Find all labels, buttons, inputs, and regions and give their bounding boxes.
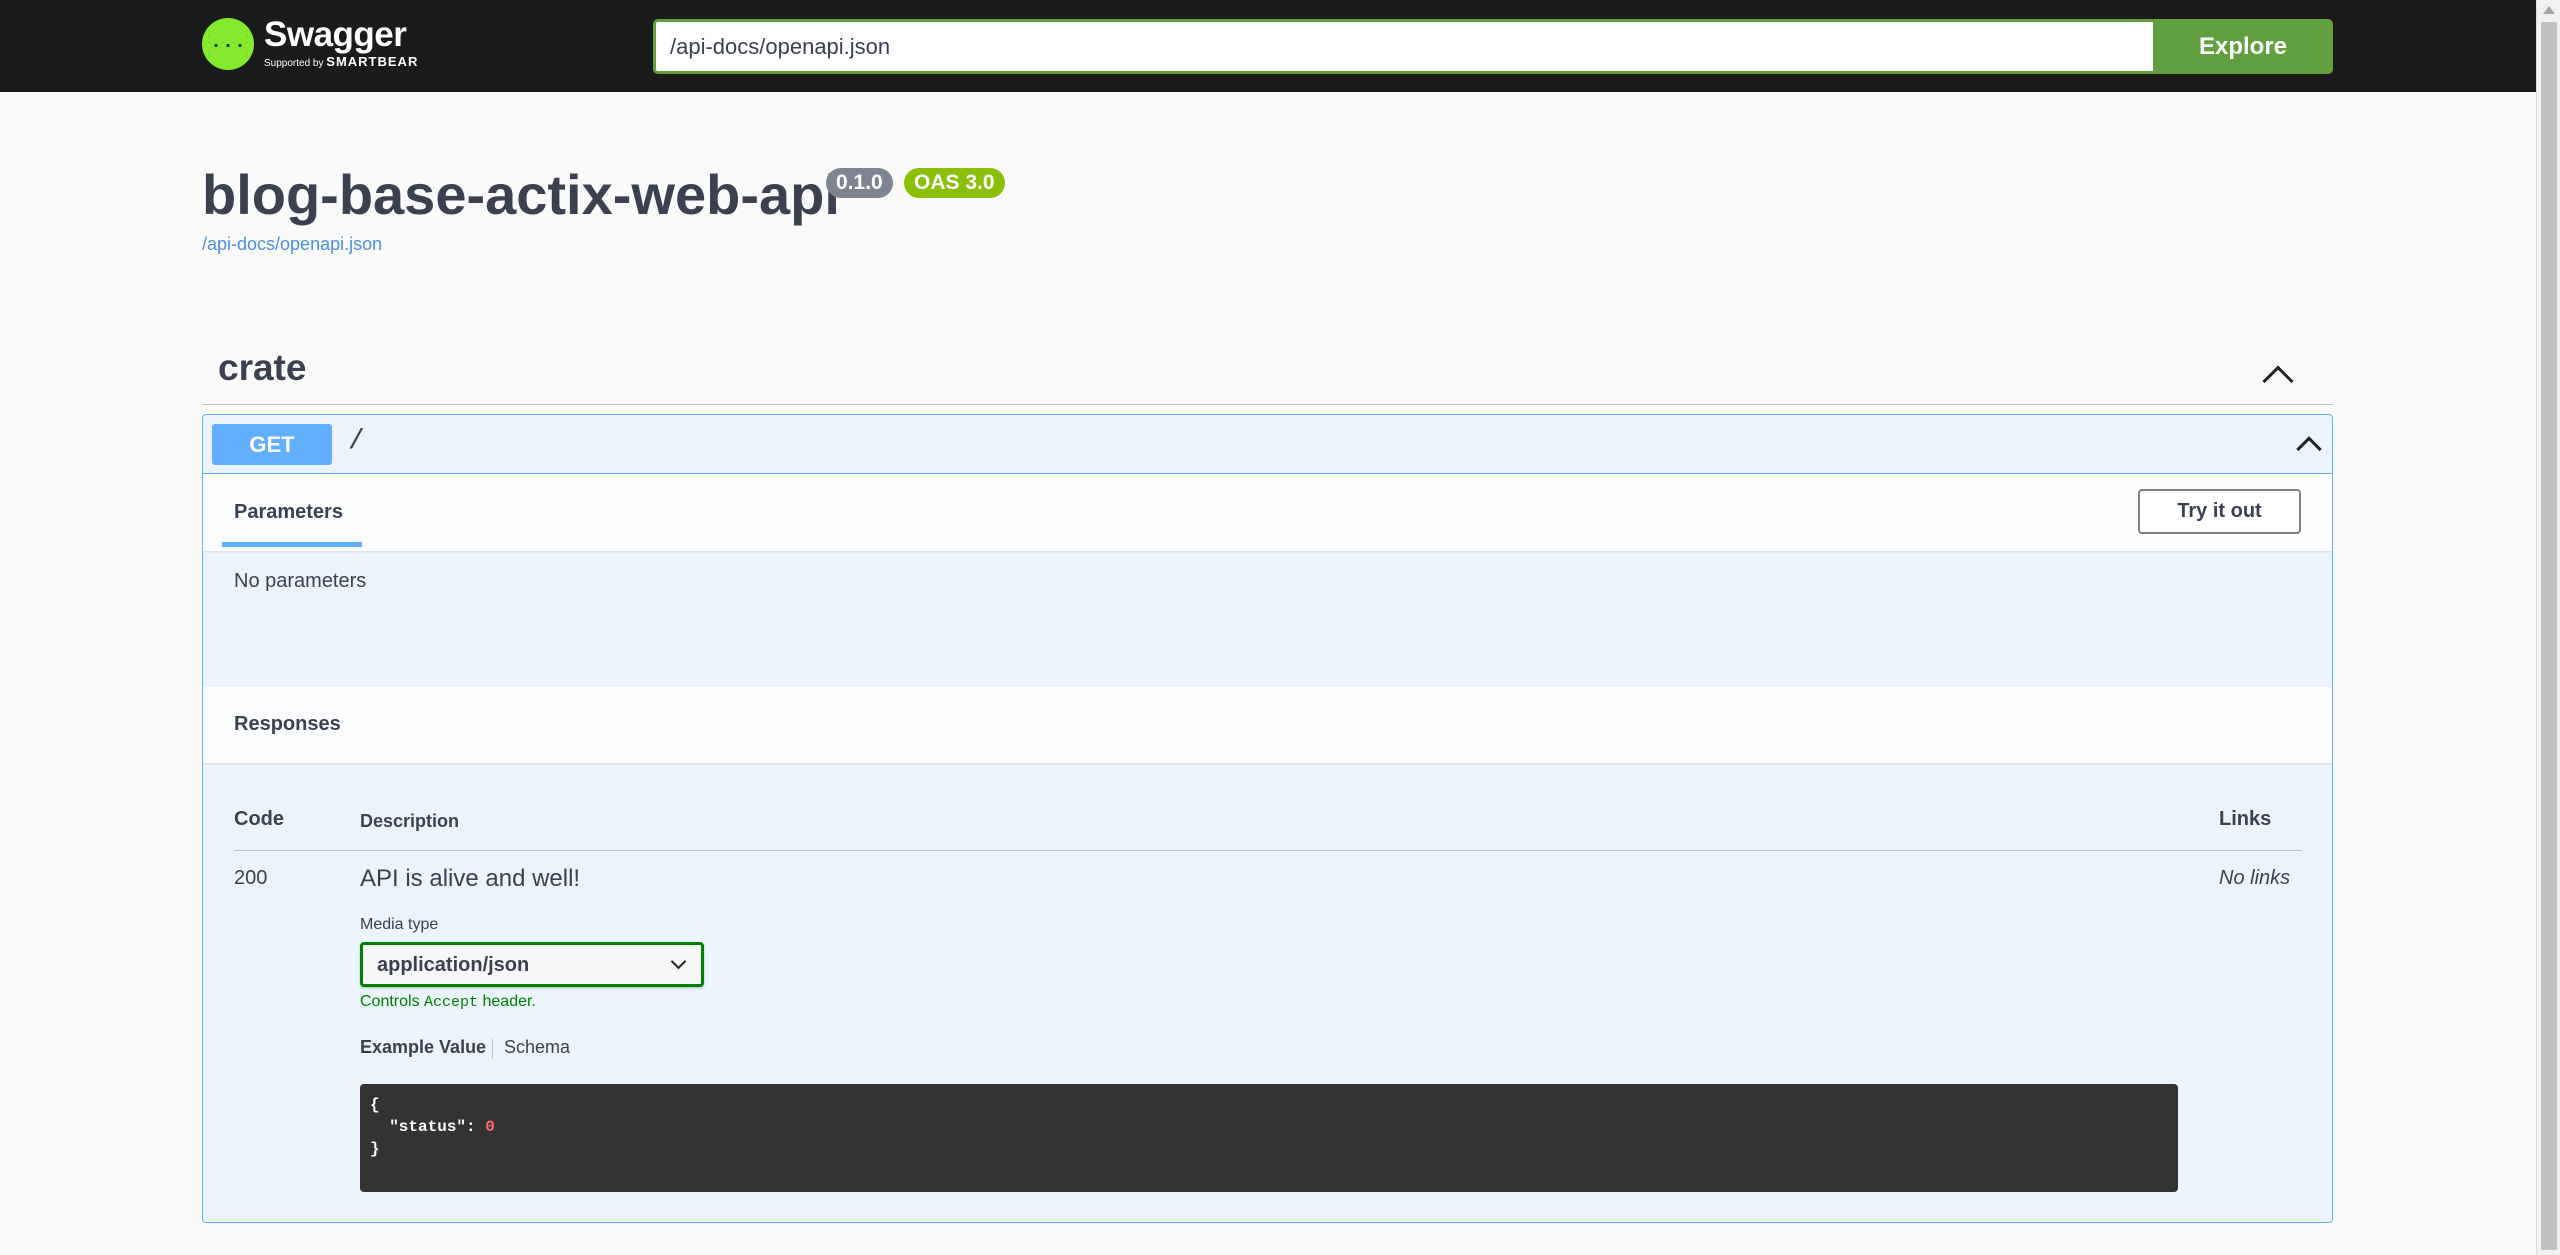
code-value: 0 (485, 1118, 495, 1136)
responses-title: Responses (234, 713, 341, 735)
code-line-status: "status": 0 (370, 1116, 2168, 1138)
explore-button[interactable]: Explore (2153, 19, 2333, 74)
responses-header: Responses (203, 687, 2332, 763)
code-key: "status": (370, 1118, 486, 1136)
code-line-open: { (370, 1096, 380, 1114)
logo-title: Swagger (264, 15, 407, 54)
accept-code: Accept (424, 994, 479, 1011)
spec-link[interactable]: /api-docs/openapi.json (202, 234, 382, 255)
scrollbar[interactable] (2536, 0, 2560, 1255)
media-type-value: application/json (377, 954, 530, 976)
logo-text: Swagger Supported by SMARTBEAR (264, 17, 418, 71)
code-line-close: } (370, 1140, 380, 1158)
topbar: {···} Swagger Supported by SMARTBEAR Exp… (0, 0, 2536, 92)
chevron-down-icon (670, 953, 687, 970)
example-code-block: { "status": 0} (360, 1084, 2178, 1192)
operation-path: / (348, 426, 365, 457)
tab-example-value[interactable]: Example Value (360, 1037, 486, 1058)
no-parameters-text: No parameters (234, 570, 367, 592)
response-description: API is alive and well! (360, 865, 581, 892)
chevron-up-icon[interactable] (2296, 436, 2322, 462)
tab-schema[interactable]: Schema (504, 1037, 570, 1058)
parameters-header: Parameters Try it out (203, 474, 2332, 551)
swagger-logo-icon: {···} (202, 18, 254, 70)
controls-prefix: Controls (360, 993, 425, 1010)
column-header-code: Code (234, 808, 284, 830)
operation-summary[interactable]: GET / (203, 415, 2332, 474)
response-code: 200 (234, 867, 268, 889)
table-divider (234, 850, 2302, 851)
scroll-up-arrow-icon[interactable] (2543, 6, 2555, 14)
column-header-links: Links (2219, 808, 2272, 830)
media-type-select[interactable]: application/json (360, 942, 704, 987)
controls-suffix: header. (478, 993, 536, 1010)
page-title: blog-base-actix-web-api (202, 163, 840, 226)
try-it-out-button[interactable]: Try it out (2138, 489, 2301, 534)
media-type-label: Media type (360, 916, 439, 933)
chevron-up-icon[interactable] (2262, 365, 2294, 397)
operation-block: GET / Parameters Try it out No parameter… (202, 414, 2333, 1223)
controls-accept-note: Controls Accept header. (360, 993, 536, 1011)
spec-url-input[interactable] (653, 19, 2153, 74)
version-badge: 0.1.0 (826, 168, 893, 198)
logo-sub-brand: SMARTBEAR (326, 54, 419, 69)
oas-badge: OAS 3.0 (904, 168, 1005, 198)
tag-name: crate (218, 347, 307, 388)
column-header-description: Description (360, 811, 460, 831)
swagger-logo[interactable]: {···} Swagger Supported by SMARTBEAR (202, 17, 418, 71)
method-badge: GET (212, 424, 332, 465)
logo-subtitle: Supported by SMARTBEAR (264, 55, 418, 71)
tag-section-header[interactable]: crate (202, 337, 2333, 405)
tab-divider (492, 1039, 493, 1059)
scroll-thumb[interactable] (2541, 22, 2557, 1250)
tab-underline (222, 542, 362, 547)
logo-sub-prefix: Supported by (264, 58, 324, 69)
svg-text:{···}: {···} (208, 35, 248, 58)
tab-parameters[interactable]: Parameters (234, 501, 343, 524)
response-links: No links (2219, 867, 2291, 889)
